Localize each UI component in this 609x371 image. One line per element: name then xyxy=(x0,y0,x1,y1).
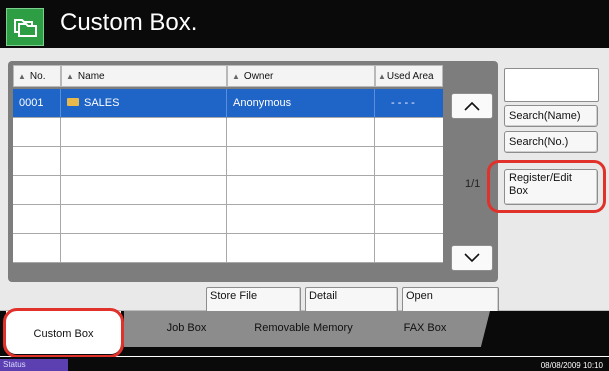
cell-used-area xyxy=(375,234,443,263)
status-bar xyxy=(0,357,609,371)
search-no-button[interactable]: Search(No.) xyxy=(504,131,598,153)
cell-used-area: - - - - xyxy=(391,97,415,109)
date-time: 08/08/2009 10:10 xyxy=(540,361,603,370)
table-row[interactable] xyxy=(13,205,443,234)
sort-triangle-icon: ▲ xyxy=(378,71,386,81)
page-title: Custom Box. xyxy=(60,9,198,36)
column-label-owner: Owner xyxy=(243,70,274,82)
cell-no xyxy=(13,205,61,234)
cell-used-area xyxy=(375,176,443,205)
column-header-owner[interactable]: ▲ Owner xyxy=(227,65,375,87)
cell-no xyxy=(13,118,61,147)
table-row[interactable] xyxy=(13,176,443,205)
cell-owner xyxy=(227,176,375,205)
column-label-used-area: Used Area xyxy=(386,70,434,82)
cell-owner xyxy=(227,234,375,263)
column-header-used-area[interactable]: ▲ Used Area xyxy=(375,65,443,87)
cell-no xyxy=(13,176,61,205)
box-name: SALES xyxy=(84,97,120,109)
page-indicator: 1/1 xyxy=(465,178,481,190)
table-row[interactable] xyxy=(13,234,443,263)
column-header-no[interactable]: ▲ No. xyxy=(13,65,61,87)
cell-name xyxy=(61,205,227,234)
copy-folder-icon xyxy=(6,8,44,46)
chevron-down-icon xyxy=(464,253,480,263)
table-row[interactable]: 0001 SALES Anonymous - - - - xyxy=(13,89,443,118)
cell-no xyxy=(13,234,61,263)
register-edit-box-button[interactable]: Register/Edit Box xyxy=(504,169,598,205)
cell-owner xyxy=(227,147,375,176)
scroll-up-button[interactable] xyxy=(451,93,493,119)
search-name-button[interactable]: Search(Name) xyxy=(504,105,598,127)
sort-triangle-icon: ▲ xyxy=(232,71,240,81)
title-bar: Custom Box. xyxy=(0,0,609,48)
cell-name xyxy=(61,234,227,263)
sort-triangle-icon: ▲ xyxy=(66,71,74,81)
cell-owner: Anonymous xyxy=(227,89,375,118)
tab-job-box[interactable]: Job Box xyxy=(124,311,249,347)
chevron-up-icon xyxy=(464,101,480,111)
cell-name xyxy=(61,176,227,205)
tab-removable-memory[interactable]: Removable Memory xyxy=(236,311,371,347)
table-row[interactable] xyxy=(13,118,443,147)
tab-custom-box[interactable]: Custom Box xyxy=(6,311,121,354)
search-display-field xyxy=(504,68,599,102)
box-list: 0001 SALES Anonymous - - - - xyxy=(13,89,443,263)
folder-icon xyxy=(67,98,79,107)
cell-used-area xyxy=(375,147,443,176)
cell-no xyxy=(13,147,61,176)
cell-used-area xyxy=(375,205,443,234)
cell-owner xyxy=(227,205,375,234)
table-row[interactable] xyxy=(13,147,443,176)
cell-name: SALES xyxy=(61,89,227,118)
tab-fax-box[interactable]: FAX Box xyxy=(360,311,490,347)
column-label-name: Name xyxy=(77,70,105,82)
cell-used-area xyxy=(375,118,443,147)
scroll-down-button[interactable] xyxy=(451,245,493,271)
sort-triangle-icon: ▲ xyxy=(18,71,26,81)
column-header-name[interactable]: ▲ Name xyxy=(61,65,227,87)
status-button[interactable]: Status xyxy=(0,359,68,371)
cell-owner xyxy=(227,118,375,147)
cell-name xyxy=(61,118,227,147)
column-label-no: No. xyxy=(29,70,46,82)
cell-name xyxy=(61,147,227,176)
cell-no: 0001 xyxy=(13,89,61,118)
